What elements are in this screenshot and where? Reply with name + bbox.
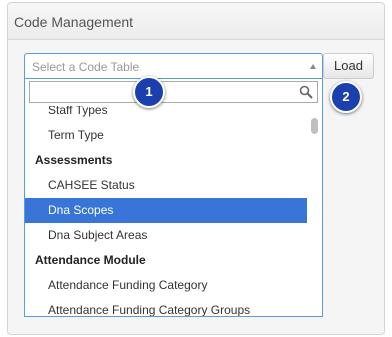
code-table-dropdown: Staff Types Term Type Assessments CAHSEE St… <box>24 79 323 317</box>
panel-title: Code Management <box>8 3 384 40</box>
scroll-thumb[interactable] <box>311 118 318 134</box>
option-group-label: Attendance Module <box>35 253 146 267</box>
dropdown-option[interactable]: Term Type <box>25 123 307 148</box>
step-badge-1: 1 <box>133 76 165 108</box>
search-input[interactable] <box>34 83 298 103</box>
search-icon <box>299 85 313 99</box>
dropdown-scrollbar[interactable] <box>310 108 319 313</box>
dropdown-option[interactable]: Dna Subject Areas <box>25 223 307 248</box>
search-box <box>29 81 318 103</box>
code-table-select[interactable]: Select a Code Table <box>24 53 323 79</box>
select-placeholder: Select a Code Table <box>32 60 140 74</box>
load-button[interactable]: Load <box>323 53 374 79</box>
dropdown-option[interactable]: Attendance Funding Category <box>25 273 307 298</box>
dropdown-option[interactable]: Staff Types <box>25 106 307 123</box>
dropdown-option[interactable]: Attendance Funding Category Groups <box>25 298 307 316</box>
dropdown-option[interactable]: CAHSEE Status <box>25 173 307 198</box>
caret-up-icon <box>310 64 316 69</box>
dropdown-option[interactable]: Dna Scopes <box>25 198 307 223</box>
results-list: Staff Types Term Type Assessments CAHSEE St… <box>25 106 307 316</box>
option-group-label: Assessments <box>35 153 113 167</box>
step-badge-2: 2 <box>330 81 362 113</box>
